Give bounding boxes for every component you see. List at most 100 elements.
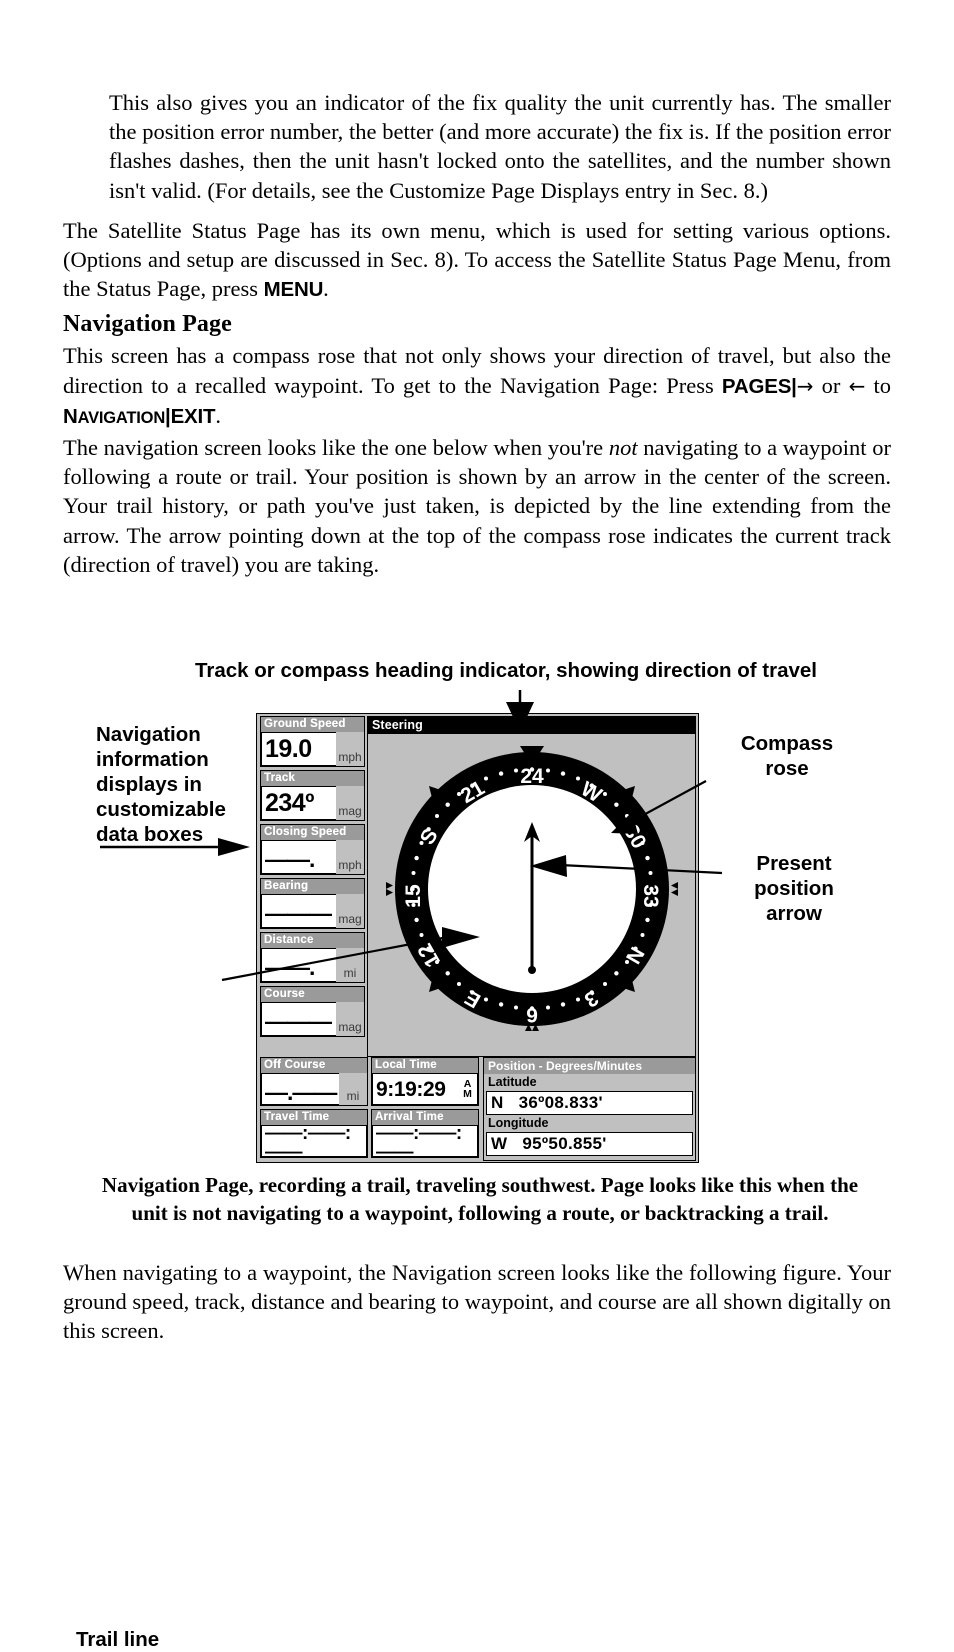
data-box-title: Local Time bbox=[372, 1058, 478, 1073]
arrow-right-icon: → bbox=[796, 373, 814, 398]
p3-or: or bbox=[813, 372, 849, 398]
longitude-value: W 95º50.855' bbox=[486, 1132, 693, 1156]
data-box-body: ———º mag bbox=[261, 1002, 364, 1036]
data-box-travel-time[interactable]: Travel Time ——:——:—— bbox=[260, 1109, 368, 1158]
data-box-title: Arrival Time bbox=[372, 1110, 478, 1125]
navigation-page-figure: Track or compass heading indicator, show… bbox=[0, 655, 954, 1651]
gps-lower-section: Off Course —.—— mi Travel Time ——:——:—— … bbox=[257, 1057, 698, 1163]
paragraph-fix-quality: This also gives you an indicator of the … bbox=[109, 90, 891, 203]
data-box-title: Ground Speed bbox=[261, 717, 364, 732]
data-box-local-time[interactable]: Local Time 9:19:29 A M bbox=[371, 1057, 479, 1106]
data-box-course[interactable]: Course ———º mag bbox=[260, 986, 365, 1037]
data-box-body: ——.—— mph bbox=[261, 840, 364, 874]
data-box-column-left: Ground Speed 19.0 mph Track 234º mag Clo… bbox=[257, 714, 367, 1057]
data-box-value: ——:——:—— bbox=[372, 1125, 478, 1157]
data-box-unit: mph bbox=[336, 732, 364, 766]
data-box-value: 234º bbox=[261, 786, 336, 820]
compass-rose: 24 W 30 33 N 3 6 E 12 15 S 21 bbox=[368, 734, 695, 1056]
steering-panel[interactable]: Steering 24 W 30 33 N 3 6 E 12 15 S 21 bbox=[367, 716, 696, 1057]
data-box-title: Distance bbox=[261, 933, 364, 948]
data-box-body: 19.0 mph bbox=[261, 732, 364, 766]
data-box-value: —.—— bbox=[261, 1073, 339, 1105]
p4-italic-not: not bbox=[608, 435, 638, 461]
data-box-body: —.—— mi bbox=[261, 1073, 367, 1105]
data-box-value: ——.—— bbox=[261, 840, 336, 874]
compass-label-24: 24 bbox=[520, 765, 544, 788]
data-box-value: ——.—— bbox=[261, 948, 336, 982]
paragraph-navigation-screen-description: The navigation screen looks like the one… bbox=[63, 433, 891, 579]
arrow-left-icon: ← bbox=[848, 373, 866, 398]
am-pm-indicator: A M bbox=[458, 1073, 478, 1105]
data-box-value: ———º bbox=[261, 894, 336, 928]
gps-upper-section: Ground Speed 19.0 mph Track 234º mag Clo… bbox=[257, 714, 698, 1057]
gps-navigation-screen: Ground Speed 19.0 mph Track 234º mag Clo… bbox=[256, 713, 699, 1163]
p4-part-a: The navigation screen looks like the one… bbox=[63, 435, 609, 461]
steering-panel-title: Steering bbox=[368, 717, 695, 734]
latitude-value: N 36º08.833' bbox=[486, 1091, 693, 1115]
data-box-arrival-time[interactable]: Arrival Time ——:——:—— bbox=[371, 1109, 479, 1158]
data-box-title: Course bbox=[261, 987, 364, 1002]
key-menu: MENU bbox=[263, 278, 324, 302]
compass-label-6: 6 bbox=[526, 1003, 538, 1026]
figure-caption: Navigation Page, recording a trail, trav… bbox=[101, 1173, 859, 1225]
data-box-distance[interactable]: Distance ——.—— mi bbox=[260, 932, 365, 983]
paragraph-satellite-status: The Satellite Status Page has its own me… bbox=[63, 216, 891, 305]
data-box-body: ——:——:—— bbox=[372, 1125, 478, 1157]
data-box-unit: mph bbox=[336, 840, 364, 874]
data-box-ground-speed[interactable]: Ground Speed 19.0 mph bbox=[260, 716, 365, 767]
paragraph-compass-rose-intro: This screen has a compass rose that not … bbox=[63, 341, 891, 433]
p3-period: . bbox=[215, 402, 221, 428]
data-box-unit: mi bbox=[339, 1073, 367, 1105]
callout-trail-line: Trail line bbox=[76, 1628, 160, 1651]
paragraph-satellite-status-text: The Satellite Status Page has its own me… bbox=[63, 217, 891, 302]
callout-compass-rose: Compass rose bbox=[740, 732, 834, 780]
paragraph-when-navigating: When navigating to a waypoint, the Navig… bbox=[63, 1260, 891, 1344]
callout-track-heading-indicator: Track or compass heading indicator, show… bbox=[195, 659, 817, 682]
paragraph-satellite-status-end: . bbox=[323, 276, 329, 302]
key-navigation-rest: AVIGATION bbox=[77, 408, 166, 427]
data-box-value: 19.0 bbox=[261, 732, 336, 766]
data-box-title: Track bbox=[261, 771, 364, 786]
data-box-title: Travel Time bbox=[261, 1110, 367, 1125]
section-heading-navigation-page: Navigation Page bbox=[63, 311, 232, 338]
data-box-body: ——.—— mi bbox=[261, 948, 364, 982]
key-navigation: NAVIGATION bbox=[63, 405, 165, 428]
position-box-title: Position - Degrees/Minutes bbox=[484, 1058, 695, 1074]
data-box-off-course[interactable]: Off Course —.—— mi bbox=[260, 1057, 368, 1106]
key-pages: PAGES bbox=[721, 374, 792, 398]
data-box-body: 9:19:29 A M bbox=[372, 1073, 478, 1105]
data-box-closing-speed[interactable]: Closing Speed ——.—— mph bbox=[260, 824, 365, 875]
latitude-label: Latitude bbox=[484, 1074, 695, 1091]
data-box-column-bottom-1: Off Course —.—— mi Travel Time ——:——:—— bbox=[260, 1057, 368, 1161]
data-box-unit: mag bbox=[336, 786, 364, 820]
data-box-body: ——:——:—— bbox=[261, 1125, 367, 1157]
data-box-body: 234º mag bbox=[261, 786, 364, 820]
data-box-value: 9:19:29 bbox=[372, 1073, 458, 1105]
data-box-column-bottom-2: Local Time 9:19:29 A M Arrival Time ——:—… bbox=[371, 1057, 479, 1161]
callout-present-position-arrow: Present position arrow bbox=[754, 852, 834, 925]
data-box-title: Closing Speed bbox=[261, 825, 364, 840]
compass-label-33: 33 bbox=[639, 884, 662, 907]
document-text-column: This also gives you an indicator of the … bbox=[63, 88, 891, 579]
p3-to: to bbox=[865, 372, 891, 398]
data-box-title: Off Course bbox=[261, 1058, 367, 1073]
compass-rose-svg: 24 W 30 33 N 3 6 E 12 15 S 21 bbox=[386, 746, 678, 1031]
am-pm-line-2: M bbox=[463, 1088, 472, 1100]
closing-paragraph-container: When navigating to a waypoint, the Navig… bbox=[63, 1258, 891, 1346]
data-box-track[interactable]: Track 234º mag bbox=[260, 770, 365, 821]
longitude-label: Longitude bbox=[484, 1115, 695, 1132]
compass-label-15: 15 bbox=[402, 884, 425, 908]
data-box-value: ——:——:—— bbox=[261, 1125, 367, 1157]
data-box-title: Bearing bbox=[261, 879, 364, 894]
data-box-body: ———º mag bbox=[261, 894, 364, 928]
data-box-unit: mag bbox=[336, 894, 364, 928]
data-box-unit: mag bbox=[336, 1002, 364, 1036]
data-box-bearing[interactable]: Bearing ———º mag bbox=[260, 878, 365, 929]
data-box-unit: mi bbox=[336, 948, 364, 982]
data-box-value: ———º bbox=[261, 1002, 336, 1036]
key-exit: EXIT bbox=[170, 404, 216, 428]
data-box-column-bottom-3: Position - Degrees/Minutes Latitude N 36… bbox=[483, 1057, 696, 1161]
data-box-position[interactable]: Position - Degrees/Minutes Latitude N 36… bbox=[483, 1057, 696, 1161]
callout-navigation-information-boxes: Navigation information displays in custo… bbox=[96, 723, 226, 846]
